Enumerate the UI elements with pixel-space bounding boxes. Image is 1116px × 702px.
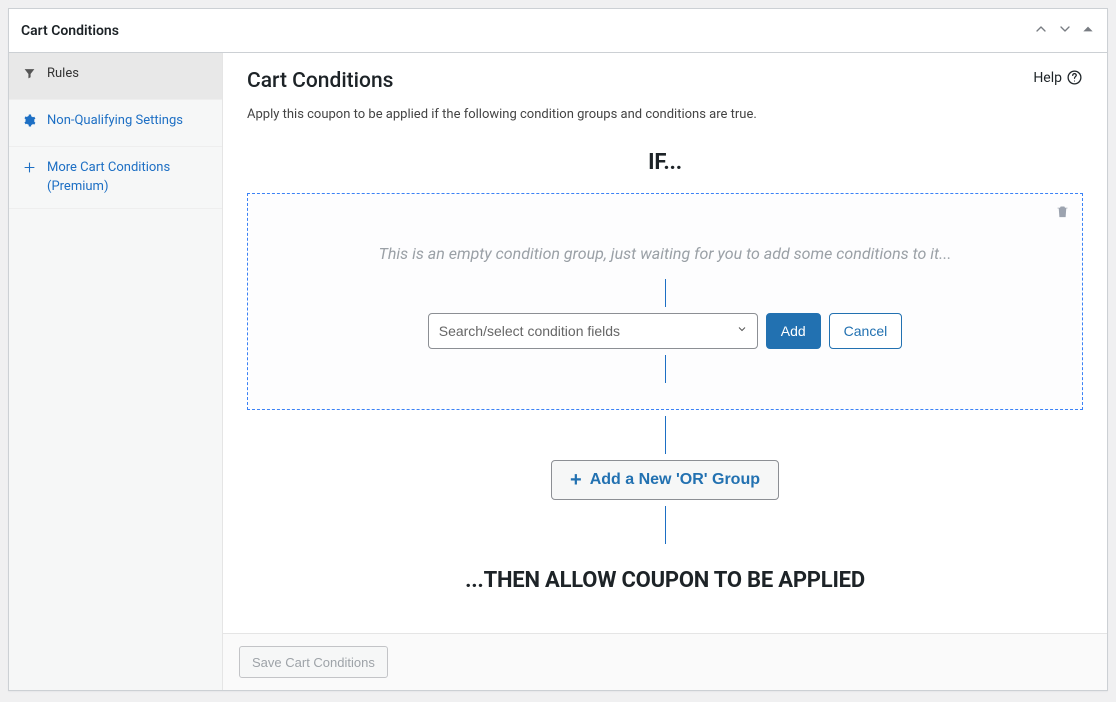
connector-line — [665, 416, 666, 454]
toggle-panel-icon[interactable] — [1081, 22, 1095, 39]
description-text: Apply this coupon to be applied if the f… — [247, 107, 1083, 122]
main-content: Cart Conditions Help Apply this coupon t… — [223, 53, 1107, 633]
sidebar-item-non-qualifying[interactable]: Non-Qualifying Settings — [9, 100, 222, 147]
then-label: ...THEN ALLOW COUPON TO BE APPLIED — [247, 568, 1083, 593]
condition-select-wrap: Search/select condition fields — [428, 313, 758, 349]
or-group-row: + Add a New 'OR' Group — [247, 460, 1083, 500]
metabox-header: Cart Conditions — [9, 9, 1107, 53]
save-button[interactable]: Save Cart Conditions — [239, 646, 388, 678]
empty-group-message: This is an empty condition group, just w… — [264, 212, 1066, 273]
sidebar-item-label: Rules — [47, 65, 208, 84]
metabox-controls — [1033, 21, 1095, 40]
question-circle-icon — [1066, 69, 1083, 86]
sidebar: Rules Non-Qualifying Settings More Cart … — [9, 53, 223, 690]
page-title: Cart Conditions — [247, 69, 393, 93]
cancel-button[interactable]: Cancel — [829, 313, 903, 349]
main-panel: Cart Conditions Help Apply this coupon t… — [223, 53, 1107, 690]
main-header: Cart Conditions Help — [247, 69, 1083, 107]
connector-line — [665, 279, 666, 307]
footer: Save Cart Conditions — [223, 633, 1107, 690]
plus-icon — [23, 161, 37, 181]
condition-row: Search/select condition fields Add Cance… — [264, 313, 1066, 349]
sidebar-item-label: More Cart Conditions (Premium) — [47, 159, 208, 197]
sidebar-item-more-conditions[interactable]: More Cart Conditions (Premium) — [9, 147, 222, 210]
help-label: Help — [1033, 70, 1062, 86]
if-label: IF... — [247, 150, 1083, 175]
sidebar-item-label: Non-Qualifying Settings — [47, 112, 208, 131]
move-down-icon[interactable] — [1057, 21, 1073, 40]
condition-group: This is an empty condition group, just w… — [247, 193, 1083, 410]
delete-group-button[interactable] — [1055, 204, 1070, 223]
move-up-icon[interactable] — [1033, 21, 1049, 40]
cart-conditions-metabox: Cart Conditions Rules — [8, 8, 1108, 691]
connector-line — [665, 506, 666, 544]
add-or-group-label: Add a New 'OR' Group — [590, 471, 760, 489]
sidebar-item-rules[interactable]: Rules — [9, 53, 222, 100]
condition-field-select[interactable]: Search/select condition fields — [428, 313, 758, 349]
metabox-title: Cart Conditions — [21, 23, 119, 39]
filter-icon — [23, 67, 37, 87]
metabox-body: Rules Non-Qualifying Settings More Cart … — [9, 53, 1107, 690]
help-link[interactable]: Help — [1033, 69, 1083, 86]
add-button[interactable]: Add — [766, 313, 821, 349]
connector-line — [665, 355, 666, 383]
plus-icon: + — [570, 470, 582, 490]
gear-icon — [23, 114, 37, 134]
add-or-group-button[interactable]: + Add a New 'OR' Group — [551, 460, 779, 500]
trash-icon — [1055, 204, 1070, 219]
